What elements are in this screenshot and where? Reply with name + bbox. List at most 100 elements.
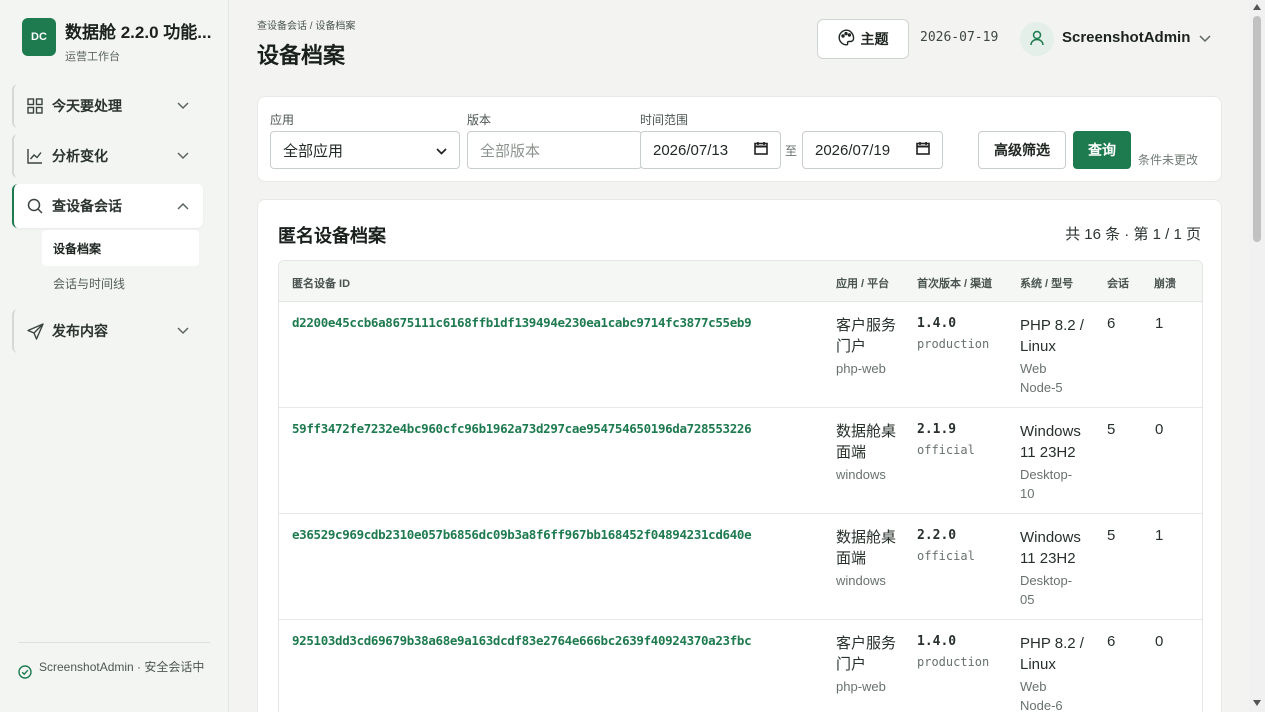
brand-title: 数据舱 2.2.0 功能... bbox=[65, 23, 212, 42]
column-header[interactable]: 应用 / 平台 bbox=[836, 275, 889, 291]
chevron-down-icon bbox=[175, 327, 191, 335]
version-input[interactable]: 全部版本 bbox=[467, 131, 642, 169]
scroll-up-icon[interactable] bbox=[1253, 4, 1261, 10]
column-header[interactable]: 匿名设备 ID bbox=[292, 275, 350, 291]
start-date-value: 2026/07/13 bbox=[653, 141, 729, 159]
column-header[interactable]: 系统 / 型号 bbox=[1020, 275, 1073, 291]
table-row[interactable]: 925103dd3cd69679b38a68e9a163dcdf83e2764e… bbox=[279, 620, 1202, 712]
version-cell: 1.4.0 production bbox=[917, 634, 989, 669]
sidebar-item-label: 发布内容 bbox=[52, 323, 108, 339]
system: PHP 8.2 / Linux bbox=[1020, 317, 1084, 355]
version-input-placeholder: 全部版本 bbox=[480, 142, 541, 160]
brand-subtitle: 运营工作台 bbox=[65, 51, 120, 63]
table-row[interactable]: 59ff3472fe7232e4bc960cfc96b1962a73d297ca… bbox=[279, 408, 1202, 514]
app-select-value: 全部应用 bbox=[283, 142, 344, 160]
page-scrollbar[interactable] bbox=[1249, 0, 1265, 712]
check-circle-icon bbox=[18, 665, 32, 682]
calendar-icon[interactable] bbox=[916, 141, 930, 159]
filter-status-note: 条件未更改 bbox=[1138, 153, 1199, 167]
session-count: 5 bbox=[1107, 527, 1116, 544]
sidebar-item-today[interactable]: 今天要处理 bbox=[12, 84, 203, 128]
sidebar-item-label: 今天要处理 bbox=[52, 98, 122, 114]
platform: windows bbox=[836, 467, 886, 482]
app-select[interactable]: 全部应用 bbox=[270, 131, 460, 169]
model: Desktop-10 bbox=[1020, 467, 1073, 501]
channel: official bbox=[917, 443, 975, 457]
session-count: 6 bbox=[1107, 633, 1116, 650]
column-header[interactable]: 崩溃 bbox=[1154, 275, 1176, 291]
system-cell: PHP 8.2 / Linux Web Node-5 bbox=[1020, 315, 1094, 397]
chevron-down-icon[interactable] bbox=[1199, 30, 1211, 46]
app-cell: 数据舱桌面端 windows bbox=[836, 527, 898, 590]
start-date-input[interactable]: 2026/07/13 bbox=[640, 131, 781, 169]
channel: official bbox=[917, 549, 975, 563]
app-cell: 数据舱桌面端 windows bbox=[836, 421, 898, 484]
chart-icon bbox=[26, 147, 44, 165]
palette-icon bbox=[838, 29, 855, 49]
table-header: 匿名设备 ID 应用 / 平台 首次版本 / 渠道 系统 / 型号 会话 崩溃 bbox=[279, 261, 1202, 302]
system-cell: PHP 8.2 / Linux Web Node-6 bbox=[1020, 633, 1094, 712]
platform: php-web bbox=[836, 679, 886, 694]
calendar-icon[interactable] bbox=[754, 141, 768, 159]
system: Windows 11 23H2 bbox=[1020, 529, 1081, 567]
app-label: 应用 bbox=[270, 113, 295, 127]
current-date: 2026-07-19 bbox=[920, 30, 999, 45]
avatar[interactable] bbox=[1020, 22, 1054, 56]
model: Web Node-5 bbox=[1020, 361, 1063, 395]
table-row[interactable]: d2200e45ccb6a8675111c6168ffb1df139494e23… bbox=[279, 302, 1202, 408]
platform: windows bbox=[836, 573, 886, 588]
column-header[interactable]: 会话 bbox=[1107, 275, 1129, 291]
device-list-card: 匿名设备档案 共 16 条 · 第 1 / 1 页 匿名设备 ID 应用 / 平… bbox=[257, 199, 1222, 712]
sidebar-item-devices[interactable]: 查设备会话 bbox=[12, 184, 203, 228]
version-label: 版本 bbox=[467, 113, 492, 127]
sidebar-item-publish[interactable]: 发布内容 bbox=[12, 309, 203, 353]
filter-panel: 应用 全部应用 版本 全部版本 时间范围 2026/07/13 至 2026/0… bbox=[257, 96, 1222, 182]
table-row[interactable]: e36529c969cdb2310e057b6856dc09b3a8f6ff96… bbox=[279, 514, 1202, 620]
sidebar-item-analysis[interactable]: 分析变化 bbox=[12, 134, 203, 178]
crash-count: 1 bbox=[1155, 315, 1164, 332]
page-title: 设备档案 bbox=[257, 43, 346, 68]
send-icon bbox=[26, 322, 44, 340]
system: PHP 8.2 / Linux bbox=[1020, 635, 1084, 673]
model: Desktop-05 bbox=[1020, 573, 1073, 607]
advanced-filter-button[interactable]: 高级筛选 bbox=[978, 131, 1066, 169]
chevron-down-icon bbox=[436, 142, 447, 159]
version-cell: 2.2.0 official bbox=[917, 528, 975, 563]
version-cell: 2.1.9 official bbox=[917, 422, 975, 457]
app-cell: 客户服务门户 php-web bbox=[836, 315, 898, 378]
channel: production bbox=[917, 337, 990, 351]
platform: php-web bbox=[836, 361, 886, 376]
query-button[interactable]: 查询 bbox=[1073, 131, 1131, 169]
app-name: 数据舱桌面端 bbox=[836, 529, 897, 567]
device-id-link[interactable]: d2200e45ccb6a8675111c6168ffb1df139494e23… bbox=[292, 315, 752, 330]
channel: production bbox=[917, 655, 990, 669]
sidebar-subitem-device-profile[interactable]: 设备档案 bbox=[42, 230, 199, 266]
column-header[interactable]: 首次版本 / 渠道 bbox=[917, 275, 992, 291]
system: Windows 11 23H2 bbox=[1020, 423, 1081, 461]
system-cell: Windows 11 23H2 Desktop-10 bbox=[1020, 421, 1094, 503]
first-version: 1.4.0 bbox=[917, 316, 957, 331]
app-name: 数据舱桌面端 bbox=[836, 423, 897, 461]
app-name: 客户服务门户 bbox=[836, 635, 897, 673]
scroll-down-icon[interactable] bbox=[1253, 700, 1261, 706]
system-cell: Windows 11 23H2 Desktop-05 bbox=[1020, 527, 1094, 609]
user-name[interactable]: ScreenshotAdmin bbox=[1062, 29, 1190, 46]
crash-count: 0 bbox=[1155, 633, 1164, 650]
theme-button[interactable]: 主题 bbox=[817, 19, 909, 59]
device-id-link[interactable]: 59ff3472fe7232e4bc960cfc96b1962a73d297ca… bbox=[292, 421, 752, 436]
first-version: 2.2.0 bbox=[917, 528, 957, 543]
device-id-link[interactable]: 925103dd3cd69679b38a68e9a163dcdf83e2764e… bbox=[292, 633, 752, 648]
session-count: 6 bbox=[1107, 315, 1116, 332]
search-icon bbox=[26, 197, 44, 215]
version-cell: 1.4.0 production bbox=[917, 316, 989, 351]
user-icon bbox=[1029, 30, 1045, 49]
device-id-link[interactable]: e36529c969cdb2310e057b6856dc09b3a8f6ff96… bbox=[292, 527, 752, 542]
app-cell: 客户服务门户 php-web bbox=[836, 633, 898, 696]
end-date-input[interactable]: 2026/07/19 bbox=[802, 131, 943, 169]
scroll-thumb[interactable] bbox=[1253, 16, 1261, 242]
sidebar-subitem-sessions-timeline[interactable]: 会话与时间线 bbox=[42, 265, 199, 301]
app-name: 客户服务门户 bbox=[836, 317, 897, 355]
range-separator: 至 bbox=[785, 144, 798, 158]
first-version: 2.1.9 bbox=[917, 422, 957, 437]
brand[interactable]: DC 数据舱 2.2.0 功能... 运营工作台 bbox=[22, 18, 215, 64]
